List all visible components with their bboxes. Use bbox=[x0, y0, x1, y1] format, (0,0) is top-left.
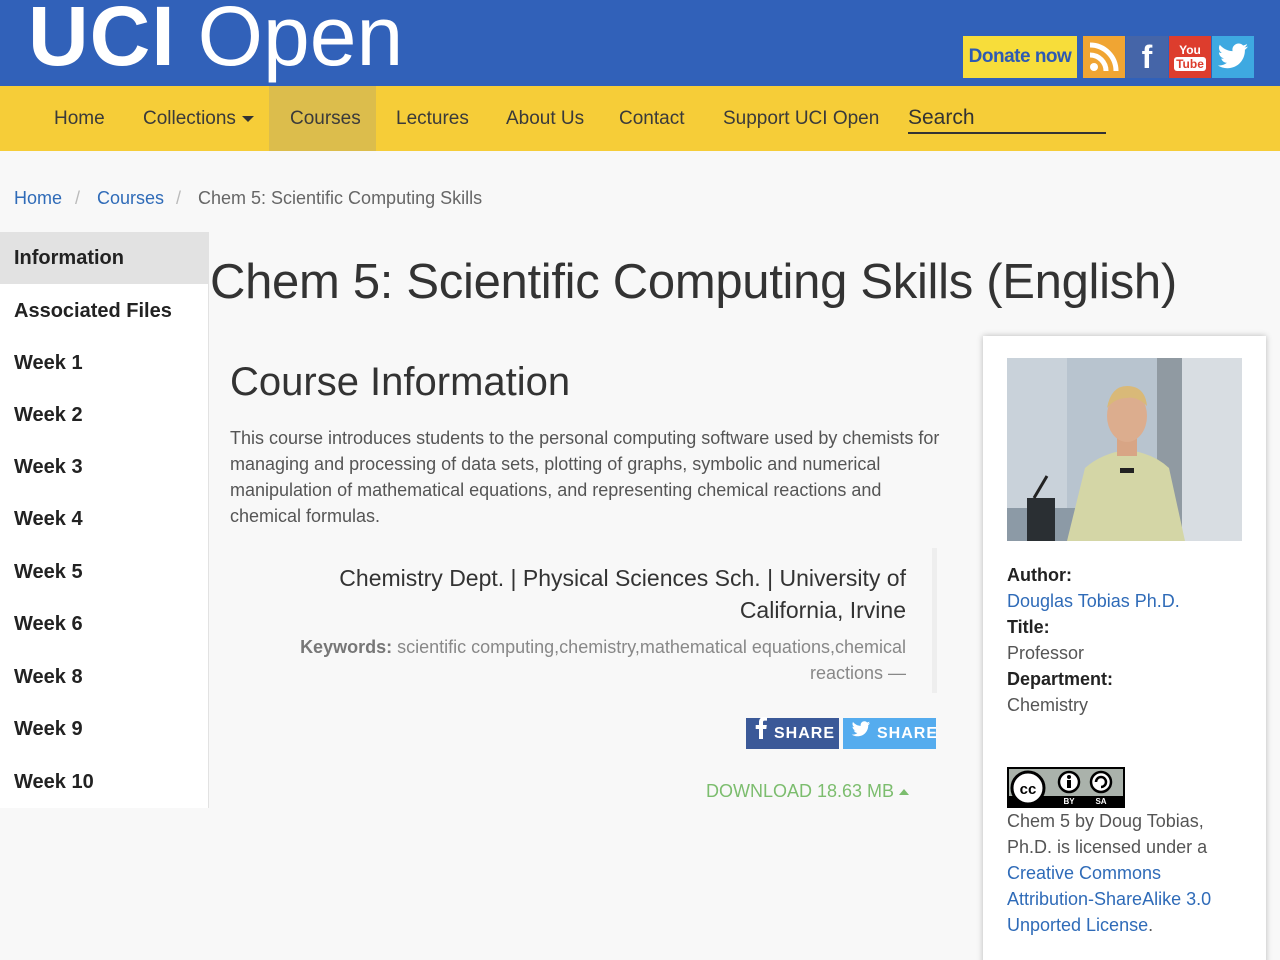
svg-text:cc: cc bbox=[1020, 781, 1037, 798]
license-prefix: Chem 5 by Doug Tobias, Ph.D. is licensed… bbox=[1007, 811, 1208, 857]
sidebar-item-week-2[interactable]: Week 2 bbox=[0, 389, 208, 441]
nav-courses[interactable]: Courses bbox=[269, 86, 376, 151]
share-label: SHARE bbox=[774, 725, 836, 742]
twitter-icon bbox=[851, 718, 871, 749]
cc-sa-text: SA bbox=[1095, 797, 1106, 806]
author-name-link[interactable]: Douglas Tobias Ph.D. bbox=[1007, 591, 1180, 612]
course-meta-quote: Chemistry Dept. | Physical Sciences Sch.… bbox=[240, 548, 937, 693]
rss-icon[interactable] bbox=[1083, 36, 1125, 78]
breadcrumb-separator: / bbox=[75, 188, 81, 208]
breadcrumb-separator: / bbox=[176, 188, 182, 208]
sidebar-item-week-9[interactable]: Week 9 bbox=[0, 703, 208, 755]
nav-collections[interactable]: Collections bbox=[143, 86, 254, 151]
license-text: Chem 5 by Doug Tobias, Ph.D. is licensed… bbox=[1007, 808, 1247, 938]
course-description: This course introduces students to the p… bbox=[230, 428, 940, 526]
title-value: Professor bbox=[1007, 643, 1085, 663]
share-label: SHARE bbox=[877, 725, 939, 742]
author-label: Author: bbox=[1007, 565, 1072, 585]
twitter-icon[interactable] bbox=[1212, 36, 1254, 78]
youtube-glyph-bottom: Tube bbox=[1174, 56, 1206, 71]
logo-open-text: Open bbox=[197, 0, 404, 83]
keywords-value: scientific computing,chemistry,mathemati… bbox=[397, 637, 906, 683]
breadcrumb-home[interactable]: Home bbox=[14, 188, 62, 209]
nav-support[interactable]: Support UCI Open bbox=[723, 86, 879, 151]
facebook-icon[interactable]: f bbox=[1126, 36, 1168, 78]
caret-up-icon bbox=[899, 789, 910, 796]
author-photo bbox=[1007, 358, 1242, 541]
section-title: Course Information bbox=[230, 360, 571, 404]
course-sidebar: Information Associated Files Week 1 Week… bbox=[0, 232, 209, 808]
sidebar-item-week-3[interactable]: Week 3 bbox=[0, 441, 208, 493]
facebook-share-button[interactable]: SHARE bbox=[746, 717, 839, 750]
department-line: Chemistry Dept. | Physical Sciences Sch.… bbox=[339, 565, 906, 623]
license-suffix: . bbox=[1148, 915, 1154, 935]
author-card: Author: Douglas Tobias Ph.D. Title: Prof… bbox=[983, 336, 1266, 960]
title-label: Title: bbox=[1007, 617, 1050, 637]
donate-button[interactable]: Donate now bbox=[963, 36, 1077, 78]
youtube-glyph-top: You bbox=[1179, 42, 1201, 57]
facebook-glyph: f bbox=[1141, 38, 1153, 75]
sidebar-item-information[interactable]: Information bbox=[0, 232, 208, 284]
sidebar-item-week-4[interactable]: Week 4 bbox=[0, 493, 208, 545]
department-label: Department: bbox=[1007, 669, 1114, 689]
twitter-share-button[interactable]: SHARE bbox=[843, 718, 939, 749]
download-toggle[interactable]: DOWNLOAD 18.63 MB bbox=[706, 781, 910, 802]
nav-home[interactable]: Home bbox=[54, 86, 105, 151]
page-title: Chem 5: Scientific Computing Skills (Eng… bbox=[210, 255, 1177, 309]
sidebar-item-week-6[interactable]: Week 6 bbox=[0, 598, 208, 650]
sidebar-item-week-5[interactable]: Week 5 bbox=[0, 546, 208, 598]
sidebar-item-week-8[interactable]: Week 8 bbox=[0, 651, 208, 703]
keywords-line: Keywords: scientific computing,chemistry… bbox=[240, 634, 906, 686]
breadcrumb-courses[interactable]: Courses bbox=[97, 188, 164, 209]
logo-uci-text: UCI bbox=[28, 0, 176, 83]
search-input[interactable] bbox=[908, 104, 1106, 134]
breadcrumb-current: Chem 5: Scientific Computing Skills bbox=[198, 188, 483, 208]
creative-commons-badge[interactable]: cc BY SA bbox=[1007, 767, 1125, 808]
keywords-label: Keywords: bbox=[300, 637, 393, 657]
sidebar-item-associated-files[interactable]: Associated Files bbox=[0, 285, 208, 337]
nav-contact[interactable]: Contact bbox=[619, 86, 684, 151]
facebook-icon bbox=[754, 717, 768, 750]
download-label: DOWNLOAD 18.63 MB bbox=[706, 781, 895, 801]
nav-about[interactable]: About Us bbox=[506, 86, 584, 151]
license-link[interactable]: Creative Commons Attribution-ShareAlike … bbox=[1007, 863, 1211, 935]
site-header: UCI Open Donate now f You Tube bbox=[0, 0, 1280, 86]
nav-lectures[interactable]: Lectures bbox=[396, 86, 469, 151]
caret-down-icon bbox=[241, 115, 254, 122]
uci-open-logo[interactable]: UCI Open bbox=[28, 0, 403, 86]
youtube-icon[interactable]: You Tube bbox=[1169, 36, 1211, 78]
sidebar-item-week-10[interactable]: Week 10 bbox=[0, 756, 208, 808]
department-value: Chemistry bbox=[1007, 695, 1089, 715]
sidebar-item-week-1[interactable]: Week 1 bbox=[0, 337, 208, 389]
cc-by-text: BY bbox=[1063, 797, 1075, 806]
nav-collections-label: Collections bbox=[143, 108, 236, 129]
